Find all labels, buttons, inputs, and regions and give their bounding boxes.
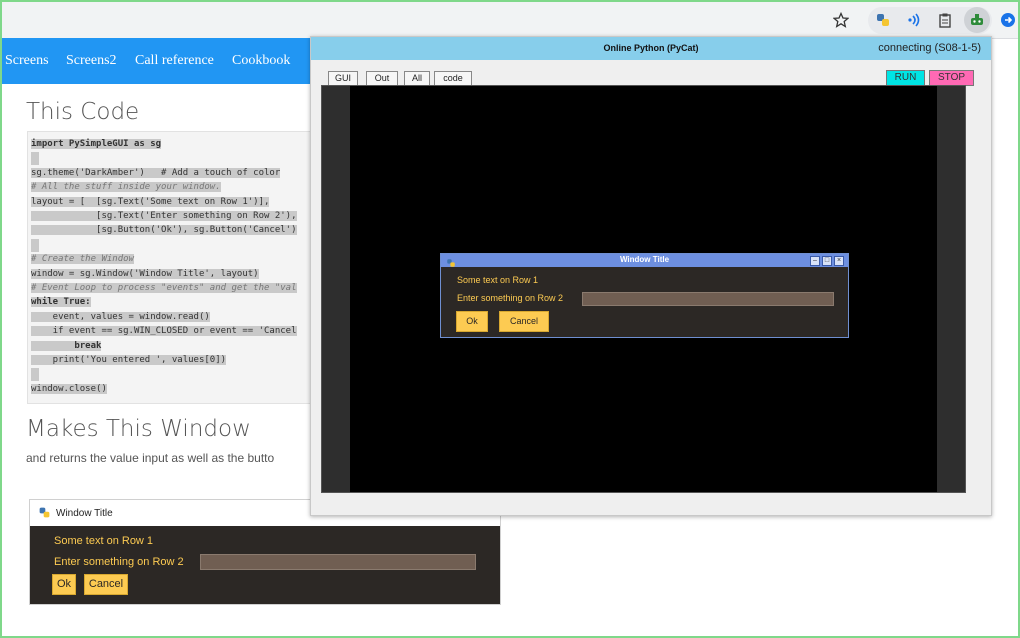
- inner-input-field[interactable]: [582, 292, 834, 306]
- code-line: # All the stuff inside your window.: [31, 182, 221, 193]
- code-line: [31, 368, 39, 382]
- stop-button[interactable]: STOP: [929, 70, 974, 86]
- code-line: window = sg.Window('Window Title', layou…: [31, 268, 259, 279]
- pycat-titlebar: Online Python (PyCat) connecting (S08-1-…: [311, 37, 991, 60]
- inner-row1-text: Some text on Row 1: [457, 275, 539, 285]
- inner-row2-label: Enter something on Row 2: [457, 293, 564, 303]
- inner-window-title: Window Title: [619, 255, 670, 264]
- browser-toolbar: [2, 2, 1018, 39]
- sample-window-body: Some text on Row 1 Enter something on Ro…: [30, 526, 500, 604]
- sample-ok-button[interactable]: Ok: [52, 574, 76, 595]
- inner-window: Window Title – □ × Some text on Row 1 En…: [440, 253, 849, 338]
- sample-input-field[interactable]: [200, 554, 476, 570]
- sample-row2-label: Enter something on Row 2: [54, 556, 184, 568]
- inner-cancel-button[interactable]: Cancel: [499, 311, 549, 332]
- code-line: # Create the Window: [31, 254, 134, 265]
- code-line: import PySimpleGUI as sg: [31, 139, 162, 149]
- nav-screens2[interactable]: Screens2: [66, 53, 117, 69]
- code-line: [31, 152, 39, 166]
- heading-makes-this-window: Makes This Window: [26, 416, 251, 442]
- nav-call-reference[interactable]: Call reference: [135, 53, 214, 69]
- tab-gui[interactable]: GUI: [328, 71, 358, 86]
- tab-out[interactable]: Out: [366, 71, 398, 86]
- code-line: [sg.Text('Enter something on Row 2'),: [31, 211, 297, 221]
- code-line: break: [31, 340, 102, 351]
- code-line: [31, 238, 39, 252]
- sample-window-title: Window Title: [56, 508, 113, 519]
- sample-row1-text: Some text on Row 1: [54, 535, 154, 547]
- maximize-icon[interactable]: □: [822, 256, 832, 266]
- arrow-icon[interactable]: [998, 10, 1018, 30]
- close-icon[interactable]: ×: [834, 256, 844, 266]
- code-line: layout = [ [sg.Text('Some text on Row 1'…: [31, 196, 270, 207]
- code-line: # Event Loop to process "events" and get…: [31, 283, 297, 293]
- tab-all[interactable]: All: [404, 71, 430, 86]
- tab-code[interactable]: code: [434, 71, 472, 86]
- inner-window-titlebar: Window Title – □ ×: [441, 254, 848, 267]
- nav-cookbook[interactable]: Cookbook: [232, 53, 290, 69]
- pycat-status: connecting (S08-1-5): [878, 42, 981, 54]
- code-line: while True:: [31, 297, 91, 308]
- code-line: event, values = window.read(): [31, 311, 210, 322]
- site-navbar: Screens Screens2 Call reference Cookbook: [2, 38, 312, 84]
- python-icon: [38, 506, 51, 524]
- inner-ok-button[interactable]: Ok: [456, 311, 488, 332]
- code-line: window.close(): [31, 383, 107, 394]
- star-icon[interactable]: [831, 10, 851, 30]
- code-line: print('You entered ', values[0]): [31, 355, 227, 365]
- python-icon[interactable]: [873, 10, 893, 30]
- run-button[interactable]: RUN: [886, 70, 925, 86]
- sample-cancel-button[interactable]: Cancel: [84, 574, 128, 595]
- code-block: import PySimpleGUI as sg sg.theme('DarkAm…: [27, 131, 319, 404]
- nav-screens[interactable]: Screens: [5, 53, 49, 69]
- code-line: [sg.Button('Ok'), sg.Button('Cancel'): [31, 225, 297, 236]
- heading-this-code: This Code: [26, 99, 140, 125]
- minimize-icon[interactable]: –: [810, 256, 820, 266]
- code-line: if event == sg.WIN_CLOSED or event == 'C…: [31, 326, 297, 337]
- robot-icon[interactable]: [964, 7, 990, 33]
- code-line: sg.theme('DarkAmber') # Add a touch of c…: [31, 167, 281, 178]
- description-text: and returns the value input as well as t…: [26, 451, 275, 465]
- clipboard-icon[interactable]: [935, 10, 955, 30]
- cast-icon[interactable]: [904, 10, 924, 30]
